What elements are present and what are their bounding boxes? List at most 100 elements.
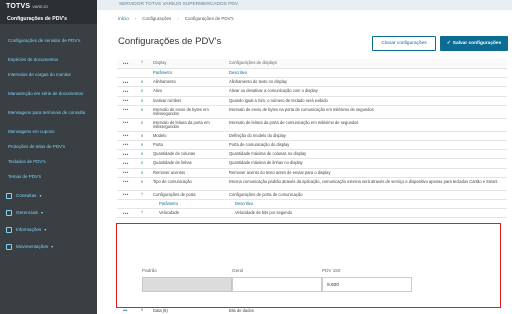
column-description: Descritivo: [229, 70, 247, 75]
chevron-down-icon[interactable]: v: [141, 151, 143, 156]
brand-name: TOTVS: [6, 3, 31, 10]
sidebar-menu-label: Informações: [16, 227, 42, 232]
chevron-down-icon: ▾: [44, 227, 47, 232]
sidebar-item[interactable]: Intervalos de cargas do monitor: [0, 70, 97, 89]
breadcrumb-home[interactable]: Início: [118, 16, 129, 21]
more-options-icon[interactable]: •••: [123, 98, 129, 103]
sidebar-item[interactable]: Proteções de telas de PDV's: [0, 142, 97, 157]
more-options-icon[interactable]: •••: [123, 211, 129, 216]
row-name: Velocidade: [159, 210, 180, 216]
menu-icon: [6, 192, 12, 199]
sidebar-item[interactable]: Espécies de documentos: [0, 55, 97, 70]
chevron-down-icon[interactable]: v: [141, 120, 143, 125]
row-desc: Alinhamento do texto no display: [229, 79, 288, 85]
more-options-icon[interactable]: •••: [123, 170, 129, 175]
chevron-down-icon[interactable]: v: [141, 79, 143, 84]
table-row[interactable]: ••• v Remover acentos Remover acento do …: [117, 169, 507, 178]
chevron-down-icon: ▾: [51, 244, 54, 249]
more-options-icon[interactable]: •••: [123, 308, 127, 313]
row-desc: Bits de dados: [229, 308, 254, 313]
table-row[interactable]: ••• v Ativo Ativar ou desativar a comuni…: [117, 87, 507, 97]
row-name: Porta: [153, 141, 163, 147]
table-group-row[interactable]: ••• ^ Display Configurações de displays: [117, 59, 507, 69]
breadcrumb: Início › Configurações › Configurações d…: [118, 16, 234, 21]
sidebar-menu-informacoes[interactable]: Informações ▾: [0, 221, 97, 238]
table-row[interactable]: ••• v Intervalo de leitura da porta em m…: [117, 119, 507, 132]
sidebar-item[interactable]: Configurações de servidor de PDV's: [0, 36, 97, 55]
more-options-icon[interactable]: •••: [123, 120, 129, 125]
sidebar-menu-label: Consultas: [16, 193, 37, 198]
breadcrumb-configuracoes[interactable]: Configurações: [142, 16, 171, 21]
row-desc: Quantidade máxima de colunas no display: [229, 151, 307, 157]
column-parameter: Parâmetro: [159, 200, 179, 206]
port-column-header: Parâmetro Descritivo: [117, 200, 507, 210]
breadcrumb-current: Configurações de PDV's: [184, 16, 234, 21]
row-name: Tipo de comunicação: [153, 178, 192, 184]
table-row-port-config[interactable]: ••• ^ Configurações de porta Configuraçõ…: [117, 191, 507, 200]
server-header: SERVIDOR TOTVS VAREJO SUPERMERCADOS PDV: [97, 0, 512, 10]
menu-icon: [6, 226, 12, 233]
chevron-down-icon[interactable]: v: [141, 98, 143, 103]
table-row[interactable]: ••• v Tipo de comunicação Interna comuni…: [117, 178, 507, 191]
row-name: Intervalo de leitura da porta em milisse…: [153, 119, 210, 130]
brand-suffix: VAREJO: [32, 4, 48, 9]
sidebar-item[interactable]: Mensagens para terminais de consulta: [0, 108, 97, 127]
row-name: Modelo: [153, 132, 167, 138]
table-row[interactable]: ••• v Quantidade de colunas Quantidade m…: [117, 150, 507, 160]
chevron-down-icon[interactable]: v: [141, 160, 143, 165]
more-options-icon[interactable]: •••: [123, 161, 129, 166]
save-config-button[interactable]: ✓ Salvar configurações: [440, 36, 508, 51]
table-row[interactable]: ••• v Alinhamento Alinhamento do texto n…: [117, 78, 507, 88]
table-column-header: Parâmetro Descritivo: [117, 69, 507, 79]
chevron-down-icon[interactable]: v: [141, 133, 143, 138]
row-desc: Intervalo de envio de bytes na porta de …: [229, 106, 374, 112]
chevron-up-icon[interactable]: ^: [141, 192, 143, 197]
more-options-icon[interactable]: •••: [123, 142, 129, 147]
sidebar-item[interactable]: Mensagens em cupons: [0, 127, 97, 142]
chevron-down-icon[interactable]: v: [141, 88, 143, 93]
more-options-icon[interactable]: •••: [123, 89, 129, 94]
menu-icon: [6, 209, 12, 216]
table-row[interactable]: ••• v Inativar rumbos Quando igual a Sim…: [117, 97, 507, 106]
sidebar-item[interactable]: Teclados de PDV's: [0, 157, 97, 172]
table-row[interactable]: ••• v Intervalo de envio de bytes em mil…: [117, 106, 507, 119]
row-desc: Porta de comunicação do display: [229, 141, 290, 147]
chevron-down-icon[interactable]: v: [141, 107, 143, 112]
table-row[interactable]: ••• v Quantidade de linhas Quantidade má…: [117, 159, 507, 169]
chevron-down-icon: ▾: [40, 210, 43, 215]
table-row-speed[interactable]: ••• ^ Velocidade Velocidade de bits por …: [117, 209, 507, 219]
group-desc: Configurações de displays: [229, 60, 278, 65]
row-desc: Velocidade de bits por segundo: [235, 210, 293, 216]
sidebar-menu-label: Movimentações: [16, 244, 49, 249]
table-row[interactable]: ••• v Porta Porta de comunicação do disp…: [117, 141, 507, 151]
sidebar-menu-label: Gerenciais: [16, 210, 38, 215]
chevron-down-icon[interactable]: v: [141, 170, 143, 175]
more-options-icon[interactable]: •••: [123, 192, 129, 197]
more-options-icon[interactable]: •••: [123, 107, 129, 112]
chevron-down-icon[interactable]: v: [141, 142, 143, 147]
chevron-down-icon[interactable]: v: [141, 179, 143, 184]
sidebar-active-item[interactable]: Configurações de PDV's: [0, 15, 97, 24]
row-desc: Quando igual a Sim, o número de teclado …: [229, 97, 328, 103]
menu-icon: [6, 243, 12, 250]
brand-logo[interactable]: TOTVS VAREJO: [6, 3, 48, 10]
table-row-bits[interactable]: ••• v Data (8) Bits de dados: [117, 307, 507, 314]
table-row[interactable]: ••• v Modelo Definição do modelo do disp…: [117, 132, 507, 141]
chevron-up-icon[interactable]: ^: [141, 60, 143, 65]
sidebar-menu-consultas[interactable]: Consultas ▾: [0, 187, 97, 204]
chevron-up-icon[interactable]: ^: [141, 210, 143, 215]
more-options-icon[interactable]: •••: [123, 179, 129, 184]
sidebar-menu-movimentacoes[interactable]: Movimentações ▾: [0, 238, 97, 255]
more-options-icon[interactable]: •••: [123, 152, 129, 157]
sidebar-menu-gerenciais[interactable]: Gerenciais ▾: [0, 204, 97, 221]
clone-config-button[interactable]: Clonar configurações: [372, 36, 436, 51]
more-options-icon[interactable]: •••: [123, 133, 129, 138]
sidebar-item[interactable]: Manutenção em série de documentos: [0, 89, 97, 108]
more-options-icon[interactable]: •••: [123, 80, 129, 85]
sidebar-item[interactable]: Temas de PDV's: [0, 172, 97, 187]
save-button-label: Salvar configurações: [452, 41, 502, 46]
row-desc: Ativar ou desativar a comunicação com o …: [229, 88, 318, 94]
breadcrumb-separator: ›: [177, 16, 179, 21]
row-desc: Definição do modelo do display: [229, 132, 286, 138]
more-options-icon[interactable]: •••: [123, 61, 129, 66]
